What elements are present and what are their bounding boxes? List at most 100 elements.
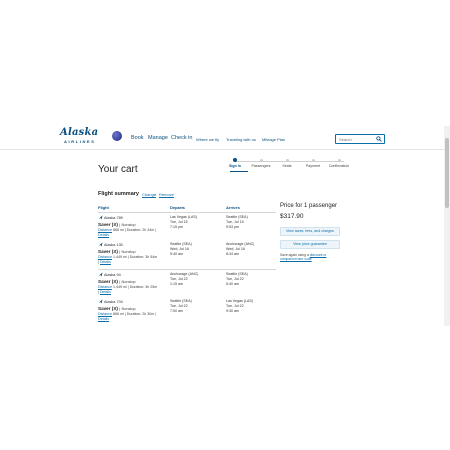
nav-where-we-fly[interactable]: Where we fly [196, 137, 219, 142]
nav-book[interactable]: Book [131, 135, 144, 141]
search-placeholder: Search [339, 137, 352, 142]
flight-number: Alaska 704 [98, 299, 123, 304]
flight-number-text: Alaska 94 [104, 273, 121, 277]
stops: Nonstop [121, 223, 136, 227]
details-link[interactable]: Details [100, 260, 111, 264]
flight-segment: Alaska 789 Saver (X) | Nonstop Distance … [98, 215, 276, 243]
details-link[interactable]: Details [98, 233, 109, 237]
vertical-scrollbar[interactable] [444, 126, 450, 326]
fare-name: Saver (X) [98, 279, 118, 284]
browser-viewport: Alaska AIRLINES Book Manage Check in Whe… [0, 126, 444, 326]
change-link[interactable]: Change [142, 192, 156, 197]
active-step-underline [230, 171, 248, 172]
arrival-info: Seattle (SEA) Tue, Jul 22 5:40 am [226, 272, 248, 286]
distance-link[interactable]: Distance [98, 285, 112, 289]
flight-segment: Alaska 94 Saver (X) | Nonstop Distance 1… [98, 272, 276, 300]
view-price-guarantee-button[interactable]: View price guarantee [280, 240, 340, 249]
flight-number: Alaska 789 [98, 215, 123, 220]
arrive-time: 9:30 am [226, 308, 239, 313]
logo-subtitle: AIRLINES [64, 139, 96, 144]
depart-time: 1:15 am [170, 281, 183, 286]
distance-value: 866 mi [112, 312, 124, 316]
flight-number: Alaska 130 [98, 242, 123, 247]
nav-mileage-plan[interactable]: Mileage Plan [262, 137, 285, 142]
departure-info: Seattle (SEA) Wed, Jul 16 5:40 am [170, 242, 192, 256]
price-amount: $317.90 [280, 213, 304, 220]
scrollbar-thumb[interactable] [445, 138, 449, 208]
departure-info: Anchorage (ANC) Tue, Jul 22 1:15 am [170, 272, 198, 286]
depart-time: 5:40 am [170, 251, 183, 256]
arrival-info: Anchorage (ANC) Wed, Jul 16 8:34 am [226, 242, 254, 256]
oneworld-globe-icon [112, 131, 122, 141]
distance-link[interactable]: Distance [98, 255, 112, 259]
depart-time: 7:15 pm [170, 224, 183, 229]
depart-date: Wed, Jul 16 [170, 246, 189, 251]
airplane-icon [98, 242, 103, 247]
flight-number: Alaska 94 [98, 272, 121, 277]
nav-manage[interactable]: Manage [148, 135, 168, 141]
nav-traveling-with-us[interactable]: Traveling with us [226, 137, 256, 142]
flight-segment: Alaska 130 Saver (X) | Nonstop Distance … [98, 242, 276, 270]
promo-text: Save again using a discount or companion… [280, 253, 340, 262]
stops: Nonstop [121, 250, 136, 254]
page-title: Your cart [98, 164, 138, 175]
details-link[interactable]: Details [98, 317, 109, 321]
fare-name: Saver (X) [98, 249, 118, 254]
stops: Nonstop [121, 307, 136, 311]
promo-text-lead: Save again using a [280, 253, 309, 257]
airplane-icon [98, 299, 103, 304]
arrival-info: Seattle (SEA) Tue, Jul 15 9:53 pm [226, 215, 248, 229]
details-link[interactable]: Details [100, 290, 111, 294]
search-input[interactable]: Search [335, 134, 385, 144]
stops: Nonstop [121, 280, 136, 284]
distance-link[interactable]: Distance [98, 228, 112, 232]
distance-duration: Distance 866 mi | Duration: 2h 30m | Det… [98, 312, 157, 321]
price-title: Price for 1 passenger [280, 203, 338, 209]
column-header-flight: Flight [98, 205, 109, 210]
distance-value: 1,449 mi [112, 255, 127, 259]
link-separator: / [155, 192, 157, 197]
view-taxes-button[interactable]: View taxes, fees, and charges [280, 227, 340, 236]
duration: Duration: 2h 30m [126, 312, 155, 316]
arrive-time: 9:53 pm [226, 224, 239, 229]
flight-number-text: Alaska 704 [104, 300, 123, 304]
airplane-icon [98, 215, 103, 220]
distance-value: 1,449 mi [112, 285, 127, 289]
duration: Duration: 3h 54m [129, 255, 158, 259]
step-confirmation: Confirmation [324, 158, 354, 168]
column-header-departs: Departs [170, 205, 185, 210]
distance-link[interactable]: Distance [98, 312, 112, 316]
trip-divider [98, 269, 276, 270]
step-dot [259, 159, 263, 162]
step-label: Confirmation [328, 164, 350, 168]
fare-class: Saver (X) | Nonstop [98, 279, 136, 284]
fare-class: Saver (X) | Nonstop [98, 222, 136, 227]
site-header: Alaska AIRLINES Book Manage Check in Whe… [0, 126, 444, 150]
flight-summary-title: Flight summary [98, 191, 139, 197]
fare-name: Saver (X) [98, 222, 118, 227]
arrival-info: Las Vegas (LAS) Tue, Jul 22 9:30 am [226, 299, 253, 313]
search-icon[interactable] [376, 136, 382, 142]
step-dot [285, 159, 289, 162]
step-dot [311, 159, 315, 162]
fare-class: Saver (X) | Nonstop [98, 249, 136, 254]
step-dot [233, 158, 237, 162]
remove-link[interactable]: Remove [159, 192, 174, 197]
flight-number-text: Alaska 130 [104, 243, 123, 247]
departure-info: Las Vegas (LAS) Tue, Jul 15 7:15 pm [170, 215, 197, 229]
distance-duration: Distance 866 mi | Duration: 2h 34m | Det… [98, 228, 157, 237]
distance-duration: Distance 1,449 mi | Duration: 3h 25m | D… [98, 285, 158, 294]
logo-wordmark: Alaska [60, 127, 99, 138]
alaska-logo[interactable]: Alaska AIRLINES [60, 127, 106, 147]
column-header-arrives: Arrives [226, 205, 240, 210]
departure-info: Seattle (SEA) Tue, Jul 22 7:00 am [170, 299, 192, 313]
checkout-progress: Sign in Passengers Seats Payment Confirm… [228, 158, 352, 172]
nav-check-in[interactable]: Check in [171, 135, 192, 141]
arrive-time: 8:34 am [226, 251, 239, 256]
header-divider [98, 212, 276, 213]
step-dot [337, 159, 341, 162]
flight-segment: Alaska 704 Saver (X) | Nonstop Distance … [98, 299, 276, 326]
distance-value: 866 mi [112, 228, 124, 232]
fare-name: Saver (X) [98, 306, 118, 311]
duration: Duration: 3h 25m [129, 285, 158, 289]
